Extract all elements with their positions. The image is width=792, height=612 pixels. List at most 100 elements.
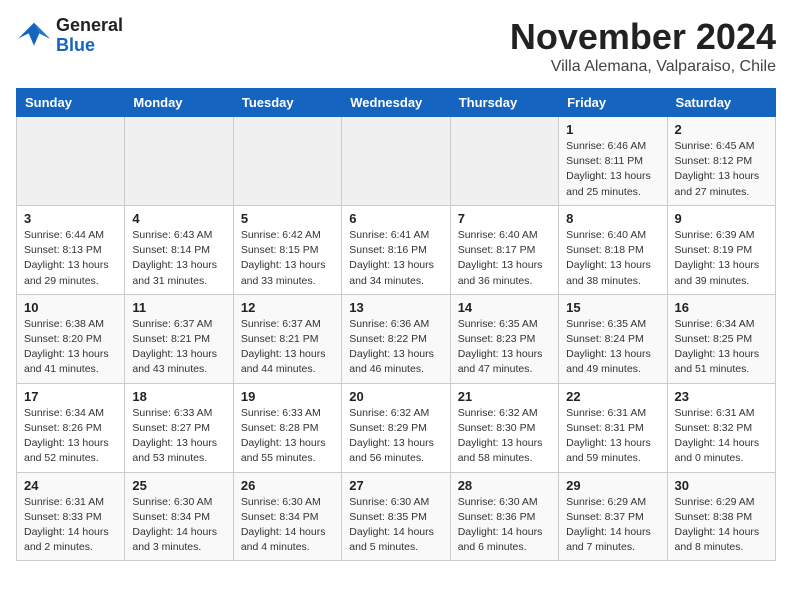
day-info: Sunrise: 6:41 AM Sunset: 8:16 PM Dayligh…: [349, 228, 442, 289]
day-number: 12: [241, 300, 334, 315]
day-info: Sunrise: 6:32 AM Sunset: 8:29 PM Dayligh…: [349, 406, 442, 467]
day-number: 23: [675, 389, 768, 404]
day-info: Sunrise: 6:30 AM Sunset: 8:34 PM Dayligh…: [241, 495, 334, 556]
day-info: Sunrise: 6:39 AM Sunset: 8:19 PM Dayligh…: [675, 228, 768, 289]
calendar-cell: [125, 117, 233, 206]
calendar-cell: 8Sunrise: 6:40 AM Sunset: 8:18 PM Daylig…: [559, 205, 667, 294]
day-number: 13: [349, 300, 442, 315]
day-number: 15: [566, 300, 659, 315]
calendar-cell: 24Sunrise: 6:31 AM Sunset: 8:33 PM Dayli…: [17, 472, 125, 561]
day-info: Sunrise: 6:30 AM Sunset: 8:34 PM Dayligh…: [132, 495, 225, 556]
weekday-monday: Monday: [125, 89, 233, 117]
day-info: Sunrise: 6:31 AM Sunset: 8:31 PM Dayligh…: [566, 406, 659, 467]
day-info: Sunrise: 6:34 AM Sunset: 8:25 PM Dayligh…: [675, 317, 768, 378]
calendar-week-2: 3 Sunrise: 6:44 AM Sunset: 8:13 PM Daylig…: [17, 205, 776, 294]
weekday-tuesday: Tuesday: [233, 89, 341, 117]
day-info: Sunrise: 6:29 AM Sunset: 8:38 PM Dayligh…: [675, 495, 768, 556]
calendar-cell: 5 Sunrise: 6:42 AM Sunset: 8:15 PM Daylig…: [233, 205, 341, 294]
calendar-cell: 18 Sunrise: 6:33 AM Sunset: 8:27 PM Dayli…: [125, 383, 233, 472]
day-number: 26: [241, 478, 334, 493]
location-title: Villa Alemana, Valparaiso, Chile: [510, 58, 776, 76]
calendar-cell: 25 Sunrise: 6:30 AM Sunset: 8:34 PM Dayli…: [125, 472, 233, 561]
day-number: 3: [24, 211, 117, 226]
calendar-cell: [17, 117, 125, 206]
calendar-cell: [342, 117, 450, 206]
month-title: November 2024: [510, 16, 776, 58]
day-info: Sunrise: 6:43 AM Sunset: 8:14 PM Dayligh…: [132, 228, 225, 289]
day-number: 14: [458, 300, 551, 315]
day-info: Sunrise: 6:35 AM Sunset: 8:24 PM Dayligh…: [566, 317, 659, 378]
day-number: 17: [24, 389, 117, 404]
weekday-friday: Friday: [559, 89, 667, 117]
weekday-sunday: Sunday: [17, 89, 125, 117]
day-info: Sunrise: 6:37 AM Sunset: 8:21 PM Dayligh…: [132, 317, 225, 378]
calendar-cell: 7 Sunrise: 6:40 AM Sunset: 8:17 PM Daylig…: [450, 205, 558, 294]
day-info: Sunrise: 6:30 AM Sunset: 8:36 PM Dayligh…: [458, 495, 551, 556]
calendar-cell: 20 Sunrise: 6:32 AM Sunset: 8:29 PM Dayli…: [342, 383, 450, 472]
calendar-cell: 9 Sunrise: 6:39 AM Sunset: 8:19 PM Daylig…: [667, 205, 775, 294]
calendar-cell: 21Sunrise: 6:32 AM Sunset: 8:30 PM Dayli…: [450, 383, 558, 472]
day-number: 24: [24, 478, 117, 493]
day-number: 4: [132, 211, 225, 226]
day-number: 9: [675, 211, 768, 226]
calendar-cell: 4 Sunrise: 6:43 AM Sunset: 8:14 PM Daylig…: [125, 205, 233, 294]
day-info: Sunrise: 6:42 AM Sunset: 8:15 PM Dayligh…: [241, 228, 334, 289]
calendar-week-5: 24Sunrise: 6:31 AM Sunset: 8:33 PM Dayli…: [17, 472, 776, 561]
calendar-cell: 29Sunrise: 6:29 AM Sunset: 8:37 PM Dayli…: [559, 472, 667, 561]
title-area: November 2024 Villa Alemana, Valparaiso,…: [510, 16, 776, 76]
day-number: 18: [132, 389, 225, 404]
day-number: 10: [24, 300, 117, 315]
calendar-cell: 28Sunrise: 6:30 AM Sunset: 8:36 PM Dayli…: [450, 472, 558, 561]
day-info: Sunrise: 6:45 AM Sunset: 8:12 PM Dayligh…: [675, 139, 768, 200]
calendar-cell: 10Sunrise: 6:38 AM Sunset: 8:20 PM Dayli…: [17, 294, 125, 383]
page-header: General Blue November 2024 Villa Alemana…: [16, 16, 776, 76]
day-number: 6: [349, 211, 442, 226]
calendar-cell: 22 Sunrise: 6:31 AM Sunset: 8:31 PM Dayli…: [559, 383, 667, 472]
day-number: 27: [349, 478, 442, 493]
day-info: Sunrise: 6:31 AM Sunset: 8:32 PM Dayligh…: [675, 406, 768, 467]
day-number: 1: [566, 122, 659, 137]
day-info: Sunrise: 6:33 AM Sunset: 8:27 PM Dayligh…: [132, 406, 225, 467]
day-info: Sunrise: 6:30 AM Sunset: 8:35 PM Dayligh…: [349, 495, 442, 556]
calendar-cell: 14 Sunrise: 6:35 AM Sunset: 8:23 PM Dayli…: [450, 294, 558, 383]
day-info: Sunrise: 6:44 AM Sunset: 8:13 PM Dayligh…: [24, 228, 117, 289]
day-info: Sunrise: 6:40 AM Sunset: 8:18 PM Dayligh…: [566, 228, 659, 289]
logo-text: General Blue: [56, 16, 123, 56]
calendar-cell: 3 Sunrise: 6:44 AM Sunset: 8:13 PM Daylig…: [17, 205, 125, 294]
calendar-table: Sunday Monday Tuesday Wednesday Thursday…: [16, 88, 776, 561]
calendar-cell: 30Sunrise: 6:29 AM Sunset: 8:38 PM Dayli…: [667, 472, 775, 561]
calendar-cell: [450, 117, 558, 206]
day-number: 19: [241, 389, 334, 404]
day-number: 2: [675, 122, 768, 137]
calendar-cell: 15 Sunrise: 6:35 AM Sunset: 8:24 PM Dayli…: [559, 294, 667, 383]
calendar-cell: 2 Sunrise: 6:45 AM Sunset: 8:12 PM Daylig…: [667, 117, 775, 206]
day-info: Sunrise: 6:37 AM Sunset: 8:21 PM Dayligh…: [241, 317, 334, 378]
day-info: Sunrise: 6:34 AM Sunset: 8:26 PM Dayligh…: [24, 406, 117, 467]
day-number: 21: [458, 389, 551, 404]
calendar-cell: 17 Sunrise: 6:34 AM Sunset: 8:26 PM Dayli…: [17, 383, 125, 472]
logo-general-text: General: [56, 16, 123, 36]
day-number: 11: [132, 300, 225, 315]
day-info: Sunrise: 6:35 AM Sunset: 8:23 PM Dayligh…: [458, 317, 551, 378]
weekday-wednesday: Wednesday: [342, 89, 450, 117]
weekday-header-row: Sunday Monday Tuesday Wednesday Thursday…: [17, 89, 776, 117]
calendar-cell: 19Sunrise: 6:33 AM Sunset: 8:28 PM Dayli…: [233, 383, 341, 472]
calendar-week-3: 10Sunrise: 6:38 AM Sunset: 8:20 PM Dayli…: [17, 294, 776, 383]
day-info: Sunrise: 6:40 AM Sunset: 8:17 PM Dayligh…: [458, 228, 551, 289]
day-number: 20: [349, 389, 442, 404]
day-number: 22: [566, 389, 659, 404]
calendar-cell: 23 Sunrise: 6:31 AM Sunset: 8:32 PM Dayli…: [667, 383, 775, 472]
day-number: 29: [566, 478, 659, 493]
calendar-cell: 12 Sunrise: 6:37 AM Sunset: 8:21 PM Dayli…: [233, 294, 341, 383]
day-number: 5: [241, 211, 334, 226]
day-info: Sunrise: 6:46 AM Sunset: 8:11 PM Dayligh…: [566, 139, 659, 200]
calendar-week-1: 1 Sunrise: 6:46 AM Sunset: 8:11 PM Daylig…: [17, 117, 776, 206]
calendar-week-4: 17 Sunrise: 6:34 AM Sunset: 8:26 PM Dayli…: [17, 383, 776, 472]
day-number: 7: [458, 211, 551, 226]
day-number: 25: [132, 478, 225, 493]
calendar-cell: [233, 117, 341, 206]
calendar-cell: 16Sunrise: 6:34 AM Sunset: 8:25 PM Dayli…: [667, 294, 775, 383]
logo-blue-text: Blue: [56, 36, 123, 56]
calendar-cell: 11 Sunrise: 6:37 AM Sunset: 8:21 PM Dayli…: [125, 294, 233, 383]
logo-icon: [16, 21, 52, 51]
